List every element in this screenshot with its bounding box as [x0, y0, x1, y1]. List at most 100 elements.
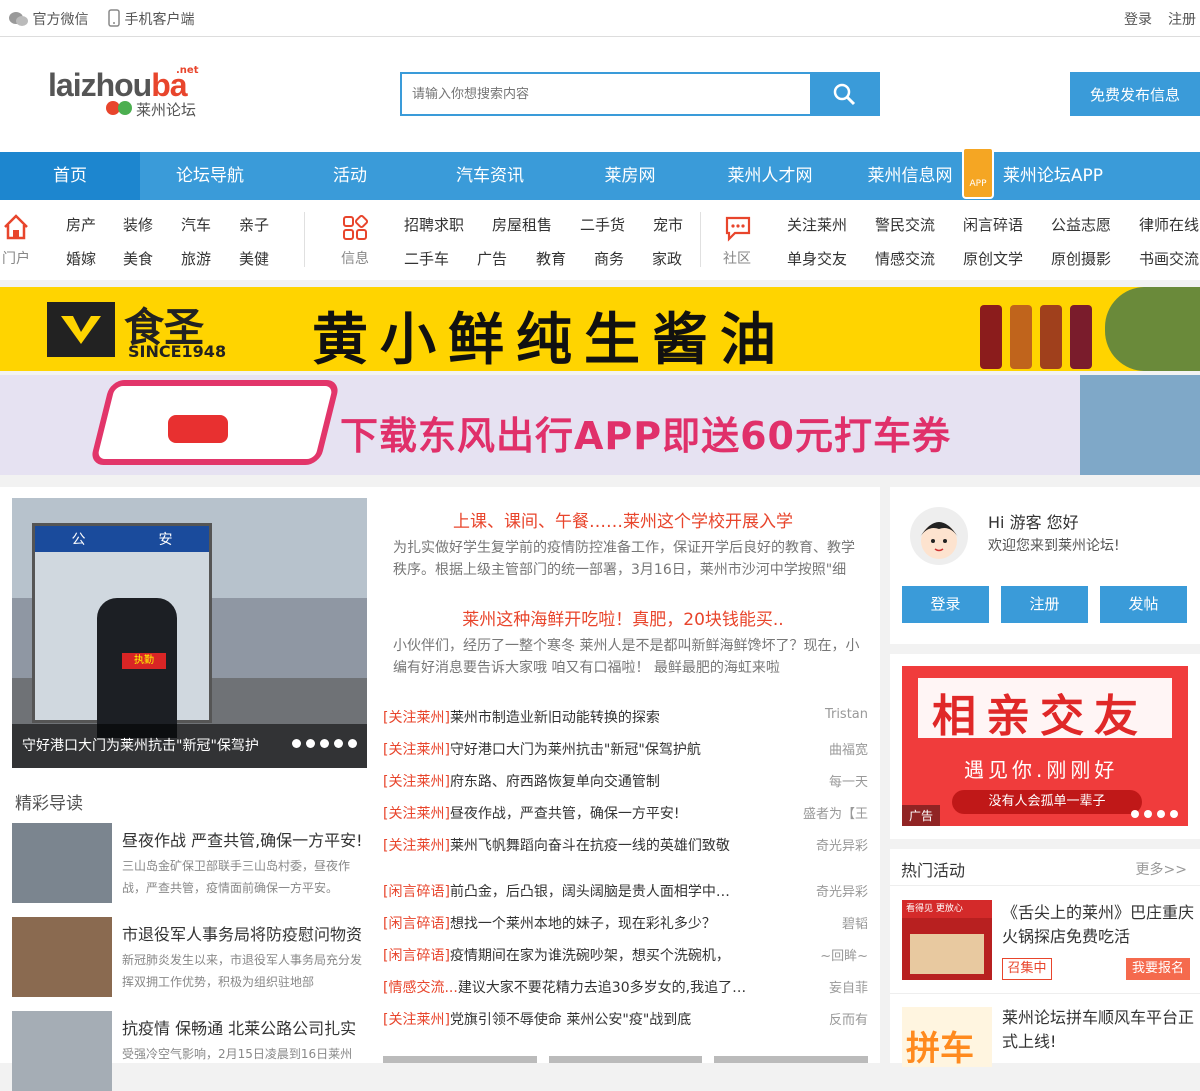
sub-link[interactable]: 亲子	[239, 214, 269, 235]
sidebar-ad[interactable]: 相亲交友 遇见你.刚刚好 没有人会孤单一辈子 广告	[890, 654, 1200, 839]
sub-link[interactable]: 单身交友	[787, 248, 847, 269]
category-community-label[interactable]: 社区	[723, 248, 751, 268]
sub-link[interactable]: 美食	[123, 248, 153, 269]
wechat-link[interactable]: 官方微信	[8, 9, 88, 29]
sub-link[interactable]: 广告	[477, 248, 507, 269]
welcome-text: 欢迎您来到莱州论坛!	[988, 538, 1120, 554]
new-post-button[interactable]: 发帖	[1100, 586, 1187, 623]
mobile-client-link[interactable]: 手机客户端	[108, 9, 194, 29]
guide-item[interactable]: 昼夜作战 严查共管,确保一方平安! 三山岛金矿保卫部联手三山岛村委，昼夜作战，严…	[12, 823, 367, 903]
sub-link[interactable]: 汽车	[181, 214, 211, 235]
guide-title: 市退役军人事务局将防疫慰问物资	[122, 925, 363, 944]
sub-link[interactable]: 关注莱州	[787, 214, 847, 235]
sub-link[interactable]: 警民交流	[875, 214, 935, 235]
carousel-dot[interactable]	[334, 739, 343, 748]
guide-item[interactable]: 抗疫情 保畅通 北莱公路公司扎实 受强冷空气影响，2月15日凌晨到16日莱州	[12, 1011, 367, 1091]
guide-thumbnail	[12, 823, 112, 903]
carousel-dots[interactable]	[287, 736, 357, 752]
top-register-link[interactable]: 注册	[1168, 9, 1196, 29]
guide-desc: 三山岛金矿保卫部联手三山岛村委，昼夜作战，严查共管，疫情面前确保一方平安。	[122, 859, 351, 895]
sub-link[interactable]: 律师在线	[1139, 214, 1199, 235]
list-item[interactable]: [关注莱州]府东路、府西路恢复单向交通管制 每一天	[383, 771, 868, 791]
sub-link[interactable]: 旅游	[181, 248, 211, 269]
category-portal-label[interactable]: 门户	[2, 248, 30, 268]
list-item[interactable]: [闲言碎语]前凸金，后凸银，阔头阔脑是贵人面相学中… 奇光异彩	[383, 881, 868, 901]
guide-item[interactable]: 市退役军人事务局将防疫慰问物资 新冠肺炎发生以来，市退役军人事务局充分发挥双拥工…	[12, 917, 367, 997]
ad-dots[interactable]	[1126, 806, 1178, 822]
nav-app[interactable]: 莱州论坛APP	[998, 152, 1108, 200]
divider	[890, 885, 1200, 886]
carousel-dot[interactable]	[306, 739, 315, 748]
brand-logo-icon	[47, 302, 115, 357]
list-item[interactable]: [关注莱州]党旗引领不辱使命 莱州公安"疫"战到底 反而有	[383, 1009, 868, 1029]
sub-link[interactable]: 装修	[123, 214, 153, 235]
sub-link[interactable]: 招聘求职	[404, 214, 464, 235]
phone-icon	[108, 9, 120, 27]
guide-title: 抗疫情 保畅通 北莱公路公司扎实	[122, 1019, 357, 1038]
main-content: 公安 执勤 守好港口大门为莱州抗击"新冠"保驾护 上课、课间、午餐……莱州这个学…	[0, 487, 880, 1091]
sub-link[interactable]: 商务	[594, 248, 624, 269]
post-info-button[interactable]: 免费发布信息	[1070, 72, 1200, 116]
headline-title[interactable]: 莱州这种海鲜开吃啦！真肥，20块钱能买..	[383, 605, 863, 630]
app-phone-icon: APP	[962, 147, 994, 199]
sub-link[interactable]: 教育	[536, 248, 566, 269]
sub-link[interactable]: 美健	[239, 248, 269, 269]
list-item[interactable]: [关注莱州]守好港口大门为莱州抗击"新冠"保驾护航 曲福宽	[383, 739, 868, 759]
sub-link[interactable]: 书画交流	[1139, 248, 1199, 269]
ad1-since: SINCE1948	[128, 342, 227, 361]
list-item[interactable]: [闲言碎语]疫情期间在家为谁洗碗吵架，想买个洗碗机， ~回眸~	[383, 945, 868, 965]
list-item[interactable]: [闲言碎语]想找一个莱州本地的妹子，现在彩礼多少？ 碧韬	[383, 913, 868, 933]
ad-banner-dongfeng[interactable]: 下载东风出行APP即送60元打车券	[0, 375, 1200, 475]
login-button[interactable]: 登录	[902, 586, 989, 623]
nav-forum-guide[interactable]: 论坛导航	[140, 152, 280, 200]
headline-desc: 小伙伴们，经历了一整个寒冬 莱州人是不是都叫新鲜海鲜馋坏了？现在，小编有好消息要…	[393, 638, 860, 676]
search-button[interactable]	[810, 74, 878, 114]
sub-link[interactable]: 宠市	[653, 214, 683, 235]
top-login-link[interactable]: 登录	[1124, 9, 1152, 29]
sub-link[interactable]: 情感交流	[875, 248, 935, 269]
sub-link[interactable]: 闲言碎语	[963, 214, 1023, 235]
ad-label: 广告	[902, 805, 941, 826]
main-nav: 首页 论坛导航 活动 汽车资讯 莱房网 莱州人才网 莱州信息网 APP 莱州论坛…	[0, 147, 1200, 200]
search-icon	[833, 83, 856, 106]
headline-carousel[interactable]: 公安 执勤 守好港口大门为莱州抗击"新冠"保驾护	[12, 498, 367, 768]
nav-jobs[interactable]: 莱州人才网	[700, 152, 840, 200]
list-item[interactable]: [关注莱州]莱州市制造业新旧动能转换的探索 Tristan	[383, 707, 868, 727]
nav-real-estate[interactable]: 莱房网	[560, 152, 700, 200]
search-input[interactable]	[402, 74, 812, 114]
nav-home[interactable]: 首页	[0, 152, 140, 200]
list-item[interactable]: [关注莱州]莱州飞帆舞蹈向奋斗在抗疫一线的英雄们致敬 奇光异彩	[383, 835, 868, 855]
sub-link[interactable]: 房屋租售	[492, 214, 552, 235]
guide-desc: 受强冷空气影响，2月15日凌晨到16日莱州	[122, 1047, 353, 1061]
sub-link[interactable]: 婚嫁	[66, 248, 96, 269]
category-info-label[interactable]: 信息	[341, 248, 369, 268]
site-logo[interactable]: laizhouba .net 莱州论坛	[48, 65, 208, 122]
headline-title[interactable]: 上课、课间、午餐……莱州这个学校开展入学	[383, 507, 863, 532]
signup-button[interactable]: 我要报名	[1126, 958, 1190, 980]
nav-info[interactable]: 莱州信息网	[840, 152, 980, 200]
sub-link[interactable]: 原创文学	[963, 248, 1023, 269]
list-item[interactable]: [情感交流...建议大家不要花精力去追30多岁女的,我追了… 妄自菲	[383, 977, 868, 997]
sub-link[interactable]: 公益志愿	[1051, 214, 1111, 235]
register-button[interactable]: 注册	[1001, 586, 1088, 623]
sub-link[interactable]: 房产	[66, 214, 96, 235]
activity-title[interactable]: 《舌尖上的莱州》巴庄重庆火锅探店免费吃活	[1002, 901, 1198, 949]
nav-auto-news[interactable]: 汽车资讯	[420, 152, 560, 200]
ad-title: 相亲交友	[932, 691, 1148, 742]
greeting: Hi 游客 您好	[988, 513, 1079, 532]
carousel-dot[interactable]	[292, 739, 301, 748]
carousel-dot[interactable]	[348, 739, 357, 748]
ad-banner-soy-sauce[interactable]: 食圣 SINCE1948 黄小鲜纯生酱油	[0, 287, 1200, 371]
sub-link[interactable]: 家政	[652, 248, 682, 269]
activity-title[interactable]: 莱州论坛拼车顺风车平台正式上线!	[1002, 1006, 1198, 1054]
activity-thumbnail[interactable]: 看得见 更放心	[902, 900, 992, 980]
list-item[interactable]: [关注莱州]昼夜作战，严查共管，确保一方平安! 盛者为【王	[383, 803, 868, 823]
sub-link[interactable]: 二手车	[404, 248, 449, 269]
sub-link[interactable]: 原创摄影	[1051, 248, 1111, 269]
activity-thumbnail[interactable]: 拼车	[902, 1007, 992, 1067]
carousel-dot[interactable]	[320, 739, 329, 748]
more-link[interactable]: 更多>>	[1136, 859, 1187, 879]
sub-link[interactable]: 二手货	[580, 214, 625, 235]
thumb-caption: 看得见 更放心	[902, 900, 992, 918]
nav-activity[interactable]: 活动	[280, 152, 420, 200]
